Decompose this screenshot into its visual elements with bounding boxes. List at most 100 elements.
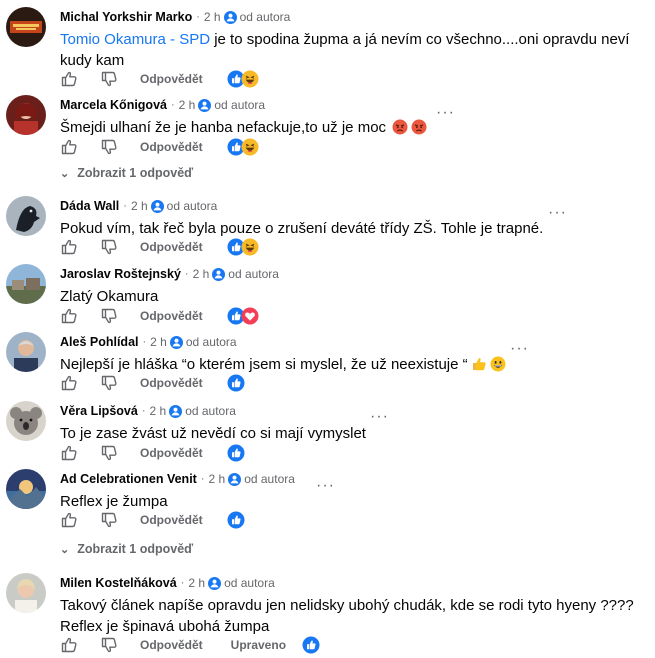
like-icon[interactable] — [60, 636, 78, 654]
author-badge-label: od autora — [166, 199, 218, 213]
comment-time[interactable]: 2 h — [188, 576, 205, 590]
haha-reaction-icon — [241, 70, 259, 88]
comment-text: Tomio Okamura - SPD je to spodina župma … — [60, 31, 630, 48]
like-icon[interactable] — [60, 444, 78, 462]
show-replies-button[interactable]: ⌄ Zobrazit 1 odpověď — [60, 166, 193, 180]
comment-time[interactable]: 2 h — [150, 404, 167, 418]
like-icon[interactable] — [60, 70, 78, 88]
comment-text: To je zase žvást už nevědí co si mají vy… — [60, 425, 366, 442]
comment-time[interactable]: 2 h — [193, 267, 210, 281]
comment-time[interactable]: 2 h — [150, 335, 167, 349]
dislike-icon[interactable] — [100, 444, 118, 462]
reply-button[interactable]: Odpovědět — [140, 376, 203, 390]
avatar[interactable] — [6, 332, 46, 372]
comment-author[interactable]: Ad Celebrationen Venit — [60, 472, 197, 486]
separator: · — [142, 336, 147, 348]
author-badge-icon — [151, 200, 164, 213]
chevron-down-icon: ⌄ — [60, 543, 70, 556]
dislike-icon[interactable] — [100, 636, 118, 654]
edited-label: Upraveno — [230, 638, 287, 652]
more-options-icon[interactable]: ··· — [436, 105, 455, 121]
like-reaction-icon — [227, 374, 245, 392]
like-icon[interactable] — [60, 511, 78, 529]
more-options-icon[interactable]: ··· — [548, 205, 567, 221]
author-badge-icon — [228, 473, 241, 486]
haha-reaction-icon — [241, 238, 259, 256]
separator: · — [170, 99, 175, 111]
dislike-icon[interactable] — [100, 238, 118, 256]
reply-button[interactable]: Odpovědět — [140, 72, 203, 86]
comment-author[interactable]: Milen Kostelňáková — [60, 576, 177, 590]
show-replies-button[interactable]: ⌄ Zobrazit 1 odpověď — [60, 542, 193, 556]
author-badge-icon — [208, 577, 221, 590]
separator: · — [141, 405, 146, 417]
dislike-icon[interactable] — [100, 70, 118, 88]
angry-face-icon — [392, 119, 408, 135]
author-badge-label: od autora — [228, 267, 279, 281]
comment-author[interactable]: Michal Yorkshir Marko — [60, 10, 192, 24]
reactions[interactable] — [227, 238, 259, 256]
author-badge-label: od autora — [239, 10, 291, 24]
reactions[interactable] — [227, 70, 259, 88]
author-badge-label: od autora — [214, 98, 266, 112]
author-badge-icon — [212, 268, 225, 281]
author-badge-label: od autora — [224, 576, 275, 590]
reply-button[interactable]: Odpovědět — [140, 140, 203, 154]
dislike-icon[interactable] — [100, 374, 118, 392]
reactions[interactable] — [227, 374, 245, 392]
like-icon[interactable] — [60, 238, 78, 256]
comment-text-line2: kudy kam — [60, 52, 125, 69]
comment-author[interactable]: Dáda Wall — [60, 199, 119, 213]
separator: · — [196, 11, 200, 23]
more-options-icon[interactable]: ··· — [370, 409, 389, 425]
avatar[interactable] — [6, 264, 46, 304]
comment-author[interactable]: Jaroslav Roštejnský — [60, 267, 181, 281]
avatar[interactable] — [6, 7, 46, 47]
author-badge-label: od autora — [185, 335, 237, 349]
comment-time[interactable]: 2 h — [204, 10, 221, 24]
comment-author[interactable]: Marcela Kőnigová — [60, 98, 167, 112]
separator: · — [180, 577, 185, 589]
mention-link[interactable]: Tomio Okamura - SPD — [60, 31, 210, 48]
comment-time[interactable]: 2 h — [131, 199, 148, 213]
reply-button[interactable]: Odpovědět — [140, 240, 203, 254]
avatar[interactable] — [6, 401, 46, 441]
reply-button[interactable]: Odpovědět — [140, 446, 203, 460]
avatar[interactable] — [6, 95, 46, 135]
avatar[interactable] — [6, 196, 46, 236]
comment-text: Pokud vím, tak řeč byla pouze o zrušení … — [60, 220, 544, 237]
comment-text-line2: Reflex je špinavá ubohá žumpa — [60, 618, 270, 635]
reactions[interactable] — [227, 444, 245, 462]
avatar[interactable] — [6, 573, 46, 613]
comment-text: Takový článek napíše opravdu jen nelidsk… — [60, 597, 634, 614]
comment-author[interactable]: Věra Lipšová — [60, 404, 138, 418]
dislike-icon[interactable] — [100, 511, 118, 529]
more-options-icon[interactable]: ··· — [316, 478, 335, 494]
comment-author[interactable]: Aleš Pohlídal — [60, 335, 139, 349]
reactions[interactable] — [302, 636, 320, 654]
reactions[interactable] — [227, 511, 245, 529]
separator: · — [123, 200, 127, 212]
like-icon[interactable] — [60, 138, 78, 156]
avatar[interactable] — [6, 469, 46, 509]
dislike-icon[interactable] — [100, 138, 118, 156]
comment-time[interactable]: 2 h — [209, 472, 226, 486]
reply-button[interactable]: Odpovědět — [140, 309, 203, 323]
reactions[interactable] — [227, 307, 259, 325]
like-icon[interactable] — [60, 374, 78, 392]
comment-text: Reflex je žumpa — [60, 493, 168, 510]
love-reaction-icon — [241, 307, 259, 325]
author-badge-label: od autora — [244, 472, 295, 486]
like-reaction-icon — [227, 444, 245, 462]
separator: · — [184, 268, 189, 280]
like-icon[interactable] — [60, 307, 78, 325]
dislike-icon[interactable] — [100, 307, 118, 325]
reply-button[interactable]: Odpovědět — [140, 638, 203, 652]
reply-button[interactable]: Odpovědět — [140, 513, 203, 527]
reactions[interactable] — [227, 138, 259, 156]
author-badge-label: od autora — [185, 404, 236, 418]
more-options-icon[interactable]: ··· — [510, 341, 529, 357]
comment-text: Zlatý Okamura — [60, 288, 159, 305]
thumbs-up-icon — [471, 356, 487, 372]
comment-time[interactable]: 2 h — [179, 98, 196, 112]
